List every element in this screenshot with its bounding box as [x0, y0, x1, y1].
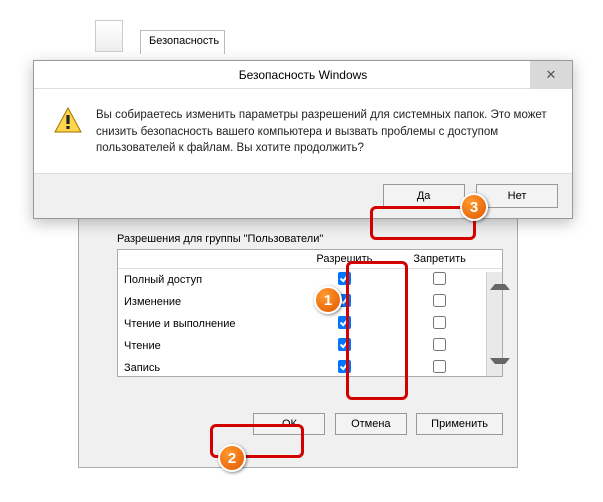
dialog-button-row: Да Нет [34, 173, 572, 218]
close-button[interactable]: ✕ [530, 61, 572, 89]
close-icon: ✕ [546, 67, 557, 83]
table-row: Изменение [118, 291, 502, 313]
deny-checkbox[interactable] [433, 272, 446, 285]
permissions-scrollbar[interactable] [486, 272, 502, 376]
tab-security[interactable]: Безопасность [140, 30, 225, 54]
table-row: Полный доступ [118, 269, 502, 292]
allow-checkbox[interactable] [338, 338, 351, 351]
allow-checkbox[interactable] [338, 316, 351, 329]
allow-checkbox[interactable] [338, 360, 351, 373]
deny-checkbox[interactable] [433, 360, 446, 373]
permission-name: Изменение [118, 291, 296, 313]
table-row: Запись [118, 357, 502, 379]
permissions-col-deny: Запретить [393, 250, 486, 269]
cancel-button[interactable]: Отмена [335, 413, 407, 435]
permission-name: Чтение [118, 335, 296, 357]
permission-name: Полный доступ [118, 269, 296, 292]
dialog-message: Вы собираетесь изменить параметры разреш… [96, 107, 552, 157]
permissions-group-label: Разрешения для группы "Пользователи" [117, 233, 503, 245]
table-row: Чтение и выполнение [118, 313, 502, 335]
permissions-col-name [118, 250, 296, 269]
apply-button[interactable]: Применить [416, 413, 503, 435]
permission-name: Запись [118, 357, 296, 379]
ok-button[interactable]: ОК [253, 413, 325, 435]
allow-checkbox[interactable] [338, 294, 351, 307]
dialog-title: Безопасность Windows [239, 68, 368, 82]
permissions-col-allow: Разрешить [296, 250, 394, 269]
deny-checkbox[interactable] [433, 316, 446, 329]
no-button[interactable]: Нет [476, 184, 558, 208]
permissions-panel: Разрешения для группы "Пользователи" Раз… [78, 218, 518, 468]
table-row: Чтение [118, 335, 502, 357]
yes-button[interactable]: Да [383, 184, 465, 208]
deny-checkbox[interactable] [433, 338, 446, 351]
dialog-titlebar: Безопасность Windows ✕ [34, 61, 572, 89]
file-icon [95, 20, 123, 52]
deny-checkbox[interactable] [433, 294, 446, 307]
permission-name: Чтение и выполнение [118, 313, 296, 335]
security-warning-dialog: Безопасность Windows ✕ Вы собираетесь из… [33, 60, 573, 219]
permissions-table: Разрешить Запретить Полный доступИзменен… [117, 249, 503, 377]
allow-checkbox[interactable] [338, 272, 351, 285]
warning-icon [54, 107, 82, 157]
